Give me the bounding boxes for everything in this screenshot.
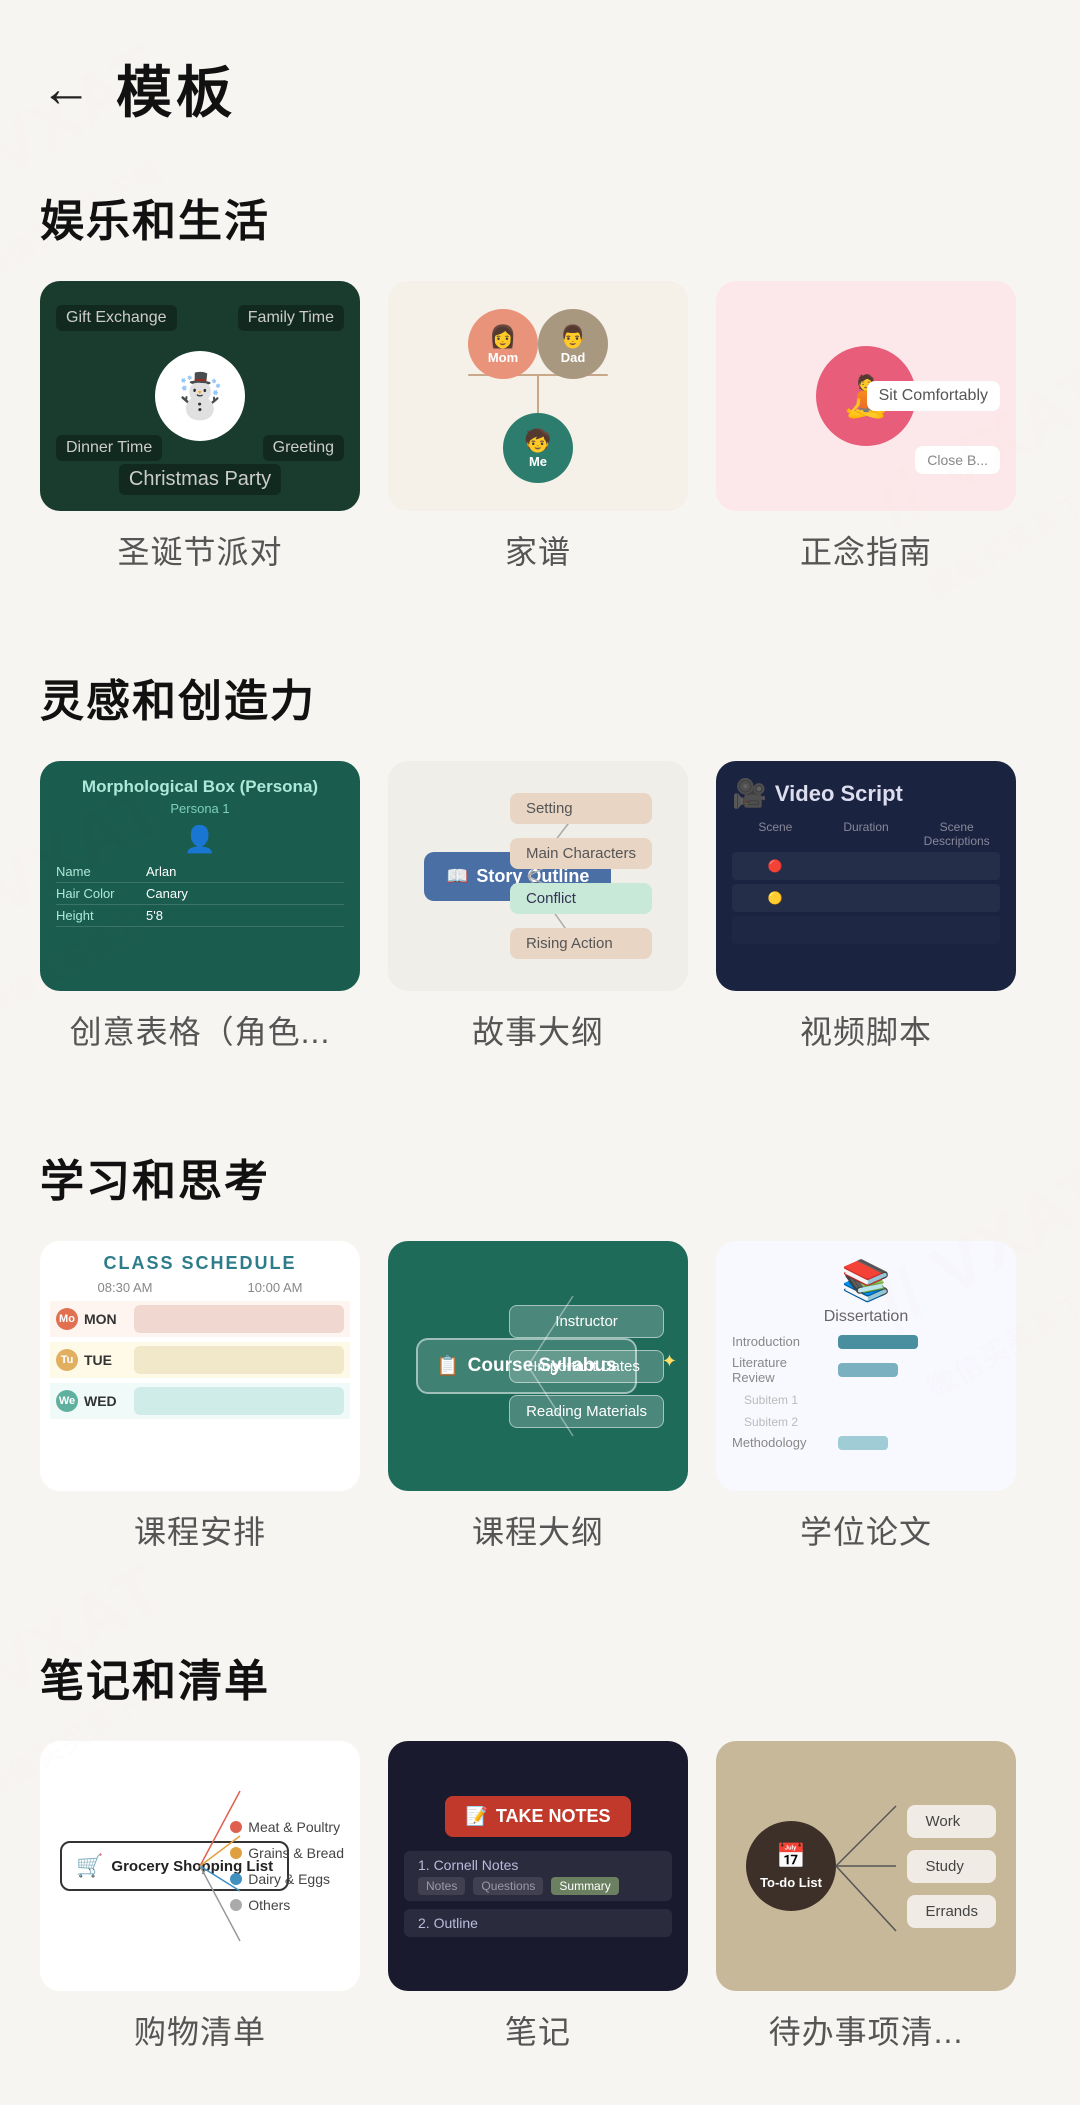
template-card-syllabus[interactable]: 📋 Course Syllabus Instructor Important D… (388, 1241, 688, 1553)
template-card-take-notes[interactable]: 📝 TAKE NOTES 1. Cornell Notes Notes Ques… (388, 1741, 688, 2053)
morph-thumb: Morphological Box (Persona) Persona 1 👤 … (40, 761, 360, 991)
mindfulness-card-label: 正念指南 (800, 527, 932, 573)
family-tree-card-label: 家谱 (505, 527, 571, 573)
template-card-schedule[interactable]: CLASS SCHEDULE 08:30 AM 10:00 AM Mo MON … (40, 1241, 360, 1553)
meditation-label1: Sit Comfortably (867, 381, 1000, 411)
template-card-grocery[interactable]: 🛒 Grocery Shopping List Meat & Poultry (40, 1741, 360, 2053)
family-tree-thumb: 👩 Mom 👨 Dad 🧒 Me (388, 281, 688, 511)
christmas-greeting-label: Greeting (263, 435, 344, 461)
story-thumb: 📖 Story Outline Setting Main Characters … (388, 761, 688, 991)
notes-item-outline: 2. Outline (404, 1909, 672, 1937)
take-notes-header: 📝 TAKE NOTES (445, 1796, 630, 1837)
syllabus-leaf-instructor: Instructor (509, 1305, 664, 1338)
video-thumb: 🎥 Video Script Scene Duration Scene Desc… (716, 761, 1016, 991)
grocery-thumb: 🛒 Grocery Shopping List Meat & Poultry (40, 1741, 360, 1991)
template-card-family-tree[interactable]: 👩 Mom 👨 Dad 🧒 Me 家谱 (388, 281, 688, 573)
syllabus-leaf-dates: Important Dates ✦ (509, 1350, 664, 1383)
story-card-label: 故事大纲 (472, 1007, 604, 1053)
story-leaf-chars: Main Characters (510, 838, 652, 869)
christmas-gift-label: Gift Exchange (56, 305, 177, 331)
todo-leaf-errands: Errands (907, 1895, 996, 1928)
morph-sub: Persona 1 (56, 801, 344, 816)
inspiration-row: Morphological Box (Persona) Persona 1 👤 … (40, 761, 1040, 1073)
section-notes: 笔记和清单 🛒 Grocery Shopping List (0, 1613, 1080, 2105)
page-title: 模板 (116, 48, 236, 129)
christmas-family-label: Family Time (238, 305, 344, 331)
family-mom-node: 👩 Mom (468, 309, 538, 379)
christmas-party-label: Christmas Party (119, 464, 281, 495)
section-study-title: 学习和思考 (40, 1145, 1040, 1209)
template-card-todo[interactable]: 📅 To-do List Work Study Errands (716, 1741, 1016, 2053)
entertainment-row: Gift Exchange Family Time ☃️ Dinner Time… (40, 281, 1040, 593)
dissertation-thumb: 📚 Dissertation Introduction Literature R… (716, 1241, 1016, 1491)
grocery-card-label: 购物清单 (134, 2007, 266, 2053)
schedule-thumb: CLASS SCHEDULE 08:30 AM 10:00 AM Mo MON … (40, 1241, 360, 1491)
take-notes-thumb: 📝 TAKE NOTES 1. Cornell Notes Notes Ques… (388, 1741, 688, 1991)
story-leaf-rising: Rising Action (510, 928, 652, 959)
template-card-mindfulness[interactable]: 🧘 Sit Comfortably Close B... 正念指南 (716, 281, 1016, 573)
christmas-icon: ☃️ (155, 351, 245, 441)
section-inspiration: 灵感和创造力 Morphological Box (Persona) Perso… (0, 633, 1080, 1073)
sched-dot-wed: We (56, 1390, 78, 1412)
syllabus-thumb: 📋 Course Syllabus Instructor Important D… (388, 1241, 688, 1491)
template-card-video[interactable]: 🎥 Video Script Scene Duration Scene Desc… (716, 761, 1016, 1053)
video-card-label: 视频脚本 (800, 1007, 932, 1053)
christmas-dinner-label: Dinner Time (56, 435, 162, 461)
notes-item-cornell: 1. Cornell Notes Notes Questions Summary (404, 1851, 672, 1901)
notes-row: 🛒 Grocery Shopping List Meat & Poultry (40, 1741, 1040, 2073)
todo-leaf-study: Study (907, 1850, 996, 1883)
study-row: CLASS SCHEDULE 08:30 AM 10:00 AM Mo MON … (40, 1241, 1040, 1573)
todo-leaf-work: Work (907, 1805, 996, 1838)
section-inspiration-title: 灵感和创造力 (40, 665, 1040, 729)
todo-card-label: 待办事项清... (769, 2007, 964, 2053)
family-dad-node: 👨 Dad (538, 309, 608, 379)
section-entertainment-title: 娱乐和生活 (40, 185, 1040, 249)
syllabus-leaf-reading: Reading Materials (509, 1395, 664, 1428)
sched-dot-tue: Tu (56, 1349, 78, 1371)
christmas-thumb: Gift Exchange Family Time ☃️ Dinner Time… (40, 281, 360, 511)
section-notes-title: 笔记和清单 (40, 1645, 1040, 1709)
schedule-card-label: 课程安排 (134, 1507, 266, 1553)
template-card-story[interactable]: 📖 Story Outline Setting Main Characters … (388, 761, 688, 1053)
syllabus-card-label: 课程大纲 (472, 1507, 604, 1553)
take-notes-card-label: 笔记 (505, 2007, 571, 2053)
section-study: 学习和思考 CLASS SCHEDULE 08:30 AM 10:00 AM M… (0, 1113, 1080, 1573)
todo-center-icon: 📅 To-do List (746, 1821, 836, 1911)
template-card-christmas[interactable]: Gift Exchange Family Time ☃️ Dinner Time… (40, 281, 360, 573)
meditation-label2: Close B... (915, 446, 1000, 474)
todo-thumb: 📅 To-do List Work Study Errands (716, 1741, 1016, 1991)
section-entertainment: 娱乐和生活 Gift Exchange Family Time ☃️ Dinne… (0, 153, 1080, 593)
template-card-dissertation[interactable]: 📚 Dissertation Introduction Literature R… (716, 1241, 1016, 1553)
dissertation-card-label: 学位论文 (800, 1507, 932, 1553)
template-card-morph[interactable]: Morphological Box (Persona) Persona 1 👤 … (40, 761, 360, 1053)
back-button[interactable]: ← (40, 63, 92, 115)
story-leaf-conflict: Conflict (510, 883, 652, 914)
christmas-card-label: 圣诞节派对 (117, 527, 282, 573)
morph-card-label: 创意表格（角色... (70, 1007, 331, 1053)
story-leaf-setting: Setting (510, 793, 652, 824)
page-header: ← 模板 (0, 0, 1080, 153)
morph-title: Morphological Box (Persona) (56, 777, 344, 797)
family-me-node: 🧒 Me (503, 413, 573, 483)
sched-dot-mon: Mo (56, 1308, 78, 1330)
mindfulness-thumb: 🧘 Sit Comfortably Close B... (716, 281, 1016, 511)
